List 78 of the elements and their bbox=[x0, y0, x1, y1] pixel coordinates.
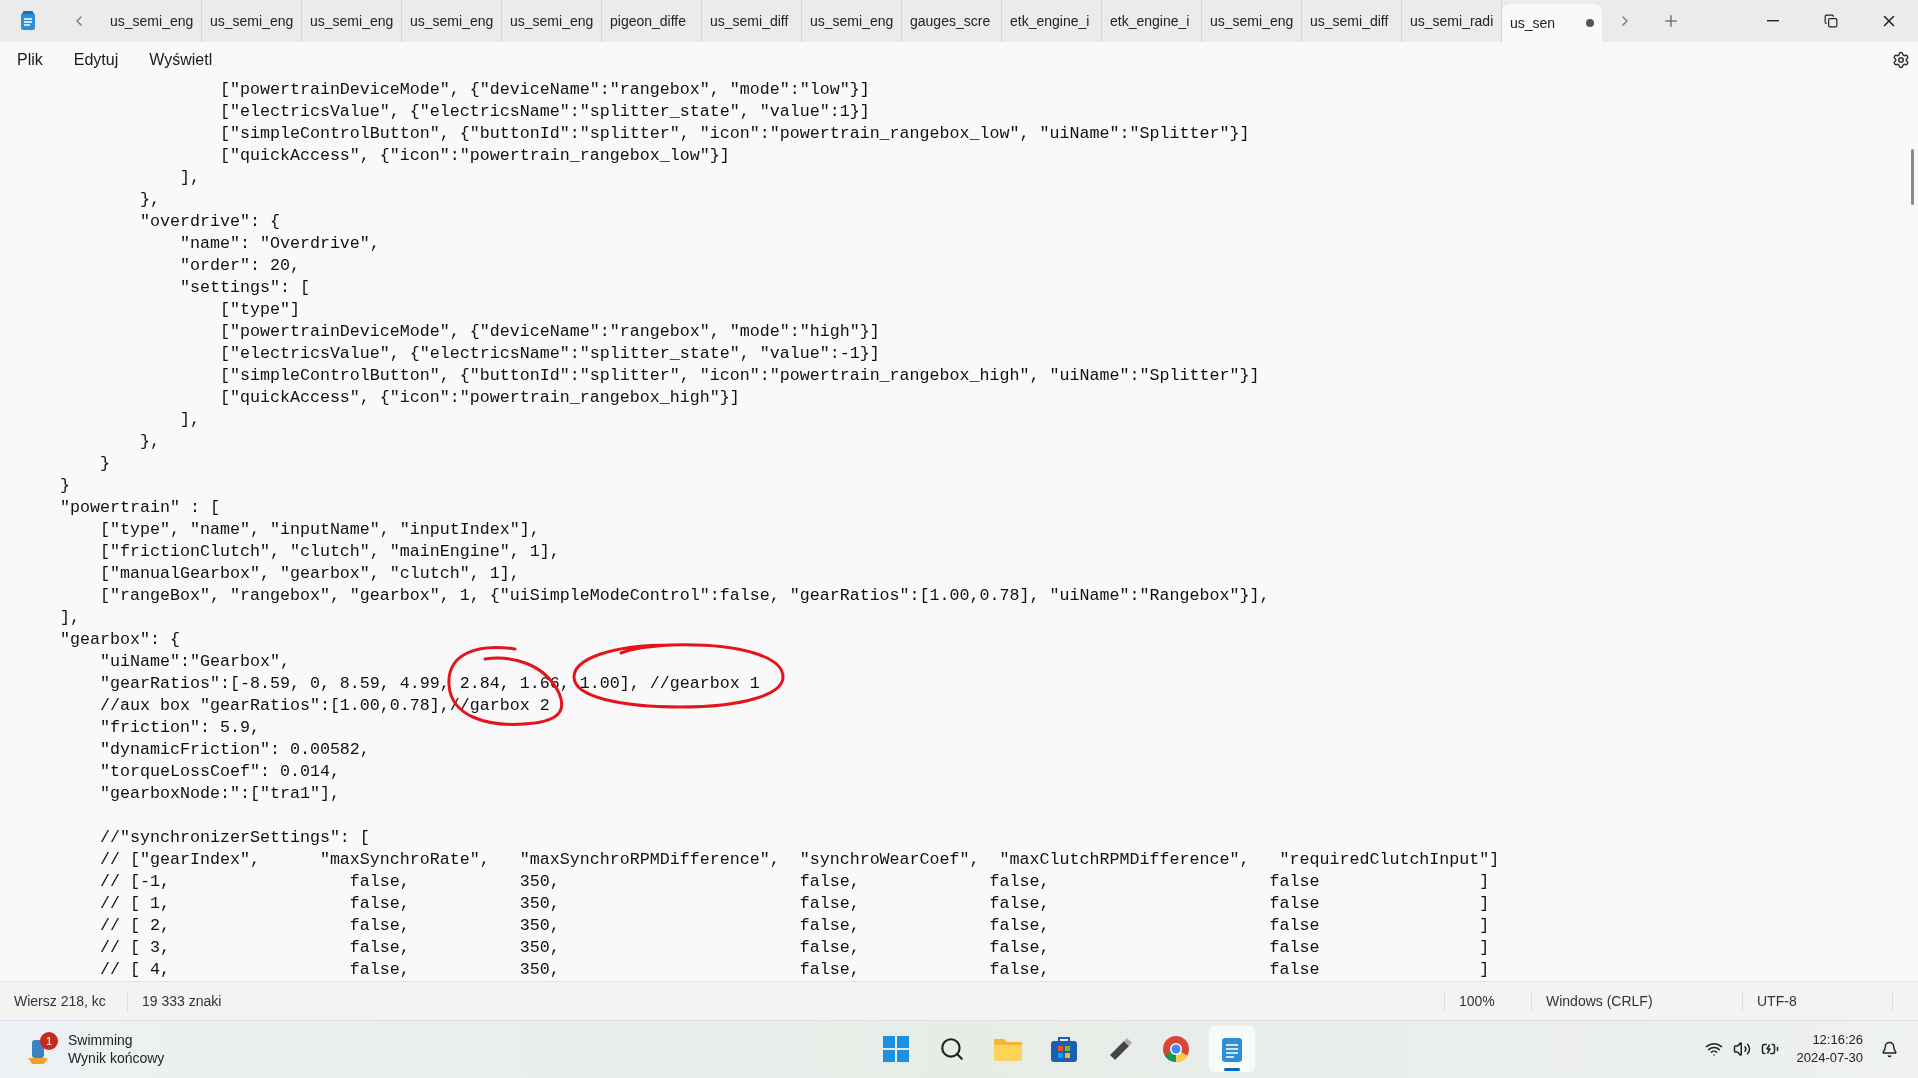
code-line: ["type", "name", "inputName", "inputIndex"], bbox=[98, 519, 541, 542]
menu-item[interactable]: Wyświetl bbox=[138, 45, 224, 76]
code-line: ["manualGearbox", "gearbox", "clutch", 1], bbox=[98, 563, 521, 586]
file-tab[interactable]: us_semi_diff bbox=[1302, 0, 1402, 42]
code-line: } bbox=[60, 475, 71, 498]
code-line: "gearboxNode:":["tra1"], bbox=[98, 783, 341, 806]
code-line: // [ 4, false, 350, false, false, false ] bbox=[98, 959, 1491, 982]
code-line: // [ 3, false, 350, false, false, false ] bbox=[98, 937, 1491, 960]
file-tab[interactable]: etk_engine_i bbox=[1102, 0, 1202, 42]
code-line: }, bbox=[138, 431, 161, 454]
windows-logo-icon bbox=[883, 1036, 910, 1063]
notifications-icon[interactable] bbox=[1881, 1040, 1898, 1058]
code-line: "overdrive": { bbox=[138, 211, 281, 234]
menu-item[interactable]: Edytuj bbox=[62, 45, 130, 76]
file-tab[interactable]: etk_engine_i bbox=[1002, 0, 1102, 42]
file-tab[interactable]: us_semi_diff bbox=[702, 0, 802, 42]
code-line: ["type"] bbox=[218, 299, 301, 322]
widget-title: Swimming bbox=[68, 1031, 134, 1050]
code-line: "settings": [ bbox=[178, 277, 311, 300]
code-line: ["quickAccess", {"icon":"powertrain_rangebox_low"}] bbox=[218, 145, 731, 168]
volume-icon[interactable] bbox=[1732, 1040, 1751, 1059]
code-line: ], bbox=[60, 607, 81, 630]
code-line: ["powertrainDeviceMode", {"deviceName":"rangebox", "mode":"low"}] bbox=[218, 79, 871, 102]
unsaved-dot-icon bbox=[1586, 18, 1594, 27]
code-line: "torqueLossCoef": 0.014, bbox=[98, 761, 341, 784]
settings-icon[interactable] bbox=[1892, 51, 1910, 70]
wifi-icon[interactable] bbox=[1704, 1040, 1723, 1059]
code-line: // [ 1, false, 350, false, false, false ] bbox=[98, 893, 1491, 916]
code-line: // [ 2, false, 350, false, false, false ] bbox=[98, 915, 1491, 938]
code-line: ["powertrainDeviceMode", {"deviceName":"rangebox", "mode":"high"}] bbox=[218, 321, 881, 344]
code-line: ["simpleControlButton", {"buttonId":"splitter", "icon":"powertrain_rangebox_low", "uiName":"Splitter"}] bbox=[218, 123, 1251, 146]
notification-badge: 1 bbox=[40, 1032, 58, 1051]
code-line: "name": "Overdrive", bbox=[178, 233, 381, 256]
file-tab[interactable]: us_semi_eng bbox=[202, 0, 302, 42]
file-tab[interactable]: us_semi_eng bbox=[1202, 0, 1302, 42]
code-line: ["electricsValue", {"electricsName":"splitter_state", "value":1}] bbox=[218, 101, 871, 124]
code-line: "dynamicFriction": 0.00582, bbox=[98, 739, 371, 762]
code-line: ["frictionClutch", "clutch", "mainEngine", 1], bbox=[98, 541, 561, 564]
file-tab[interactable]: us_semi_eng bbox=[302, 0, 402, 42]
notepad-icon bbox=[1220, 1035, 1245, 1064]
file-tab[interactable]: us_semi_eng bbox=[502, 0, 602, 42]
code-line: "powertrain" : [ bbox=[60, 497, 221, 520]
zoom-level: 100% bbox=[1445, 990, 1532, 1011]
code-line: ["quickAccess", {"icon":"powertrain_rangebox_high"}] bbox=[218, 387, 741, 410]
notepad-app-button[interactable] bbox=[1209, 1026, 1256, 1073]
file-tab[interactable]: gauges_scre bbox=[902, 0, 1002, 42]
line-ending: Windows (CRLF) bbox=[1532, 990, 1743, 1011]
menu-item[interactable]: Plik bbox=[6, 45, 54, 76]
cursor-position: Wiersz 218, kc bbox=[0, 990, 128, 1011]
file-tab[interactable]: us_semi_eng bbox=[402, 0, 502, 42]
code-line: ["rangeBox", "rangebox", "gearbox", 1, {"uiSimpleModeControl":false, "gearRatios":[1.00,0.78], "uiName":"Rangebox"}], bbox=[98, 585, 1271, 608]
scrollbar-thumb[interactable] bbox=[1911, 149, 1914, 206]
code-line: ], bbox=[178, 167, 201, 190]
clock-time: 12:16:26 bbox=[1812, 1031, 1863, 1050]
file-tab[interactable]: us_semi_eng bbox=[102, 0, 202, 42]
search-icon bbox=[939, 1036, 966, 1063]
code-line: ["electricsValue", {"electricsName":"splitter_state", "value":-1}] bbox=[218, 343, 881, 366]
restore-icon bbox=[1824, 13, 1838, 28]
code-line: // [-1, false, 350, false, false, false ] bbox=[98, 871, 1491, 894]
code-line: "uiName":"Gearbox", bbox=[98, 651, 291, 674]
clock-date: 2024-07-30 bbox=[1796, 1049, 1863, 1068]
encoding: UTF-8 bbox=[1743, 990, 1893, 1011]
minimize-icon bbox=[1767, 19, 1779, 22]
code-line: "friction": 5.9, bbox=[98, 717, 261, 740]
file-tab[interactable]: us_semi_eng bbox=[802, 0, 902, 42]
code-line: // ["gearIndex", "maxSynchroRate", "maxSynchroRPMDifference", "synchroWearCoef", "maxClutchRPMDifference", "requiredClutchInput"] bbox=[98, 849, 1501, 872]
notepad-icon bbox=[20, 10, 36, 31]
code-line: "gearbox": { bbox=[60, 629, 181, 652]
code-line: ["simpleControlButton", {"buttonId":"splitter", "icon":"powertrain_rangebox_high", "uiName":"Splitter"}] bbox=[218, 365, 1261, 388]
widget-subtitle: Wynik końcowy bbox=[68, 1049, 165, 1068]
file-tab[interactable]: pigeon_diffe bbox=[602, 0, 702, 42]
code-line: "order": 20, bbox=[178, 255, 301, 278]
character-count: 19 333 znaki bbox=[128, 990, 1445, 1011]
code-line: } bbox=[98, 453, 111, 476]
file-tab[interactable]: us_sen bbox=[1502, 4, 1602, 42]
code-line: }, bbox=[138, 189, 161, 212]
code-line: ], bbox=[178, 409, 201, 432]
code-line: //"synchronizerSettings": [ bbox=[98, 827, 371, 850]
